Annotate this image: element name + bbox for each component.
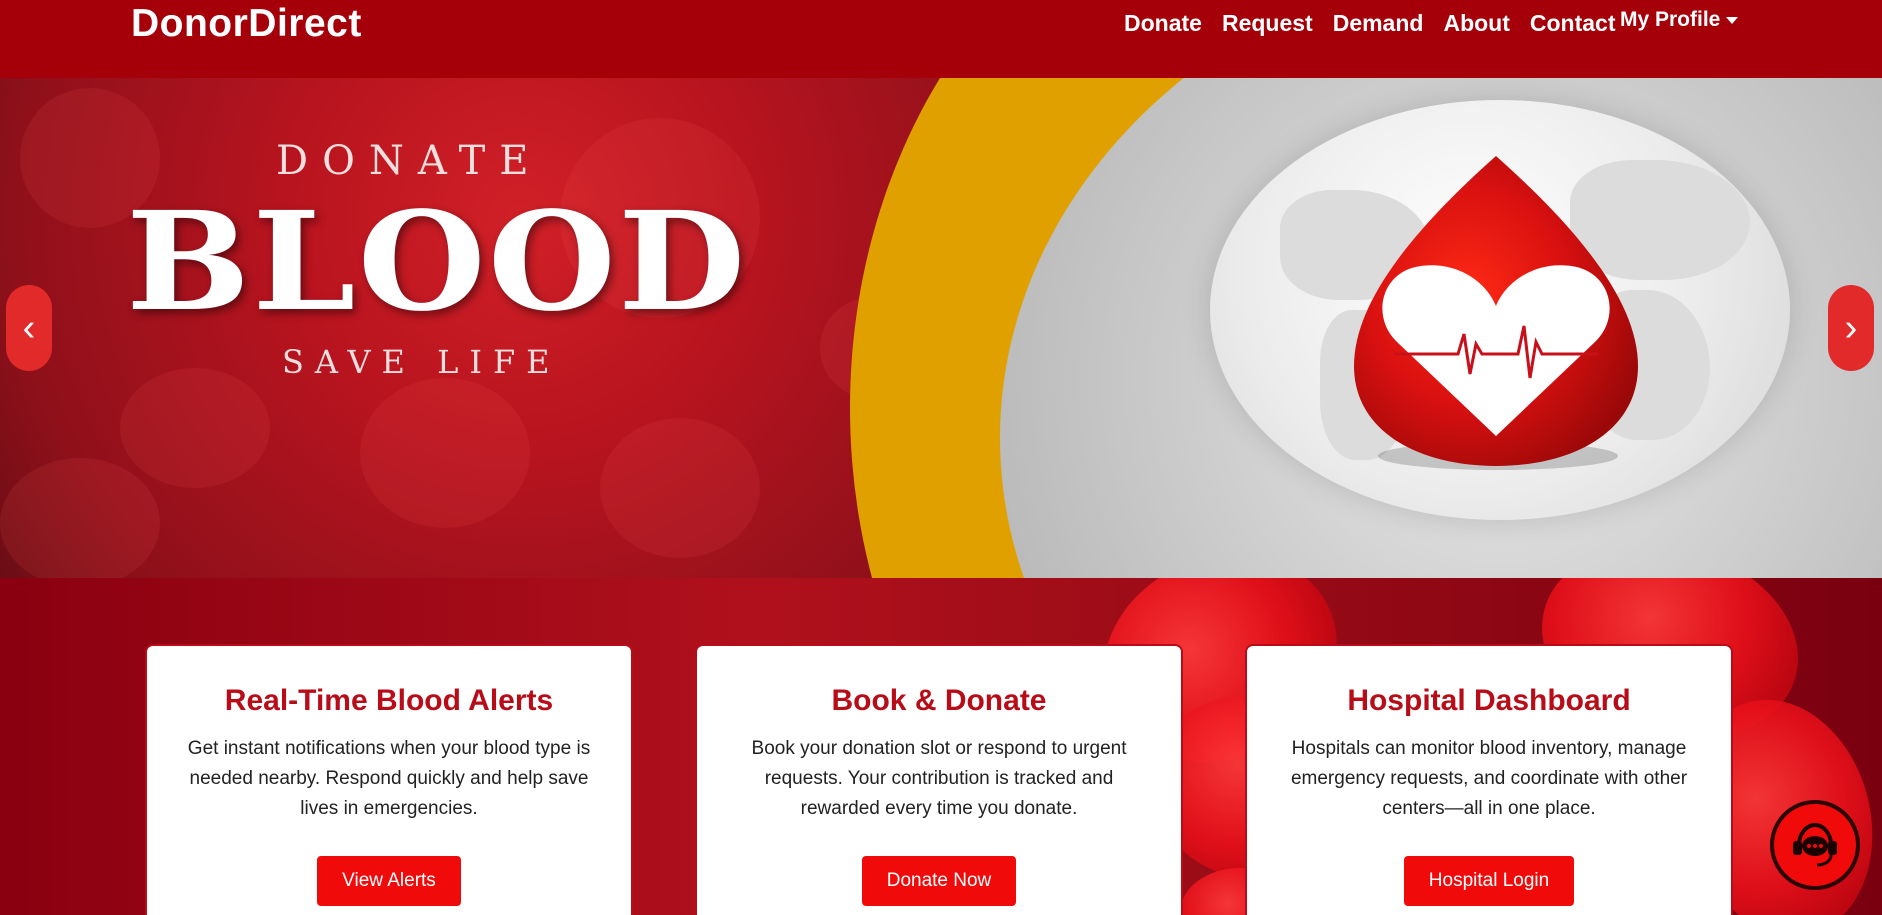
support-chat-icon [1793, 822, 1837, 867]
features-section: Real-Time Blood Alerts Get instant notif… [0, 578, 1882, 915]
nav-link-donate[interactable]: Donate [1124, 10, 1202, 37]
hero-blood-text: BLOOD [126, 182, 748, 342]
card-text: Hospitals can monitor blood inventory, m… [1290, 738, 1688, 819]
card-title: Hospital Dashboard [1347, 684, 1631, 717]
feature-card-book-donate: Book & Donate Book your donation slot or… [695, 644, 1183, 915]
chevron-right-icon: › [1844, 306, 1858, 349]
decor-bubble [600, 418, 760, 558]
decor-bubble [360, 378, 530, 528]
card-title: Book & Donate [831, 684, 1047, 717]
hero-save-life-text: SAVE LIFE [282, 343, 561, 381]
hero-donate-text: DONATE [276, 138, 543, 184]
hero-carousel: DONATE BLOOD SAVE LIFE ‹ › [0, 78, 1882, 578]
card-title: Real-Time Blood Alerts [224, 684, 554, 717]
caret-down-icon [1726, 16, 1739, 24]
feature-card-hospital: Hospital Dashboard Hospitals can monitor… [1245, 644, 1733, 915]
brand-logo[interactable]: DonorDirect [131, 2, 362, 46]
donate-now-button[interactable]: Donate Now [861, 856, 1017, 906]
view-alerts-button[interactable]: View Alerts [317, 856, 461, 906]
nav-link-request[interactable]: Request [1222, 10, 1313, 37]
nav-links: Donate Request Demand About Contact [1124, 10, 1636, 37]
chevron-left-icon: ‹ [22, 306, 36, 349]
nav-link-demand[interactable]: Demand [1333, 10, 1424, 37]
carousel-next-button[interactable]: › [1828, 285, 1874, 371]
nav-link-about[interactable]: About [1443, 10, 1509, 37]
carousel-prev-button[interactable]: ‹ [6, 285, 52, 371]
card-text: Book your donation slot or respond to ur… [751, 738, 1127, 819]
my-profile-dropdown[interactable]: My Profile [1620, 8, 1739, 32]
my-profile-label: My Profile [1620, 8, 1721, 31]
card-text: Get instant notifications when your bloo… [187, 738, 591, 819]
decor-bubble [120, 368, 270, 488]
navbar: DonorDirect Donate Request Demand About … [0, 0, 1882, 78]
nav-link-contact[interactable]: Contact [1530, 10, 1616, 37]
blood-drop-heart-icon [1354, 156, 1638, 470]
hospital-login-button[interactable]: Hospital Login [1403, 856, 1575, 906]
decor-bubble [0, 458, 160, 578]
feature-card-alerts: Real-Time Blood Alerts Get instant notif… [145, 644, 633, 915]
support-chat-button[interactable] [1770, 800, 1860, 890]
